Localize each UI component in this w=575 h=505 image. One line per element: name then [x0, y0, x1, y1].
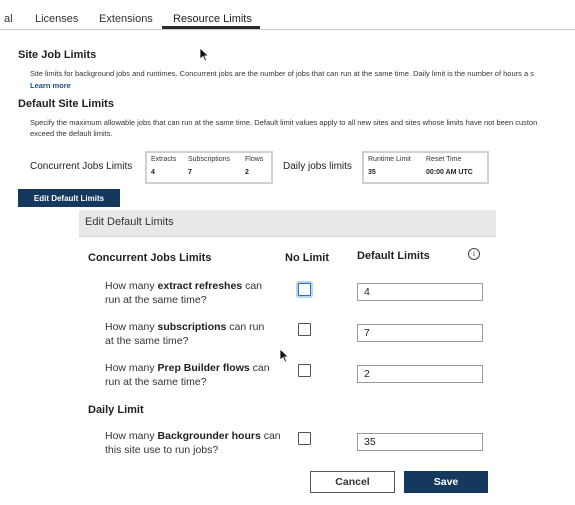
site-job-limits-title: Site Job Limits — [18, 49, 97, 61]
settings-panel: al Licenses Extensions Resource Limits S… — [0, 0, 575, 209]
cancel-button[interactable]: Cancel — [310, 471, 395, 493]
prep-builder-flows-input[interactable] — [357, 365, 483, 383]
extract-refreshes-question: How many extract refreshes can run at th… — [105, 280, 263, 306]
dialog-title: Edit Default Limits — [85, 216, 174, 228]
tab-general[interactable]: al — [4, 13, 13, 25]
concurrent-jobs-heading: Concurrent Jobs Limits — [88, 252, 212, 264]
tab-resource-limits[interactable]: Resource Limits — [173, 13, 252, 25]
default-limits-heading: Default Limits — [357, 250, 430, 262]
tab-extensions[interactable]: Extensions — [99, 13, 153, 25]
reset-time-value: 00:00 AM UTC — [426, 169, 473, 176]
daily-limit-heading: Daily Limit — [88, 404, 144, 416]
flows-value: 2 — [245, 169, 249, 176]
tab-licenses[interactable]: Licenses — [35, 13, 78, 25]
subscriptions-header: Subscriptions — [188, 156, 231, 163]
edit-default-limits-button[interactable]: Edit Default Limits — [18, 189, 120, 207]
runtime-limit-header: Runtime Limit — [368, 156, 411, 163]
mouse-cursor-icon — [199, 47, 210, 62]
prep-builder-flows-no-limit-checkbox[interactable] — [298, 364, 311, 377]
extracts-header: Extracts — [151, 156, 177, 163]
extract-refreshes-input[interactable] — [357, 283, 483, 301]
concurrent-jobs-limits-label: Concurrent Jobs Limits — [30, 161, 133, 172]
subscriptions-input[interactable] — [357, 324, 483, 342]
backgrounder-hours-input[interactable] — [357, 433, 483, 451]
prep-builder-flows-question: How many Prep Builder flows can run at t… — [105, 362, 270, 388]
site-job-limits-description: Site limits for background jobs and runt… — [30, 69, 534, 78]
no-limit-heading: No Limit — [285, 252, 329, 264]
default-site-limits-description: Specify the maximum allowable jobs that … — [30, 118, 538, 127]
dialog-header: Edit Default Limits — [79, 210, 496, 237]
default-site-limits-title: Default Site Limits — [18, 98, 114, 110]
subscriptions-no-limit-checkbox[interactable] — [298, 323, 311, 336]
info-icon[interactable]: i — [468, 248, 480, 260]
tab-bar: al Licenses Extensions Resource Limits — [0, 7, 575, 30]
extract-refreshes-no-limit-checkbox[interactable] — [298, 283, 311, 296]
subscriptions-question: How many subscriptions can run at the sa… — [105, 321, 265, 347]
subscriptions-value: 7 — [188, 169, 192, 176]
backgrounder-hours-question: How many Backgrounder hours can this sit… — [105, 430, 281, 456]
daily-jobs-limits-label: Daily jobs limits — [283, 161, 352, 172]
extracts-value: 4 — [151, 169, 155, 176]
concurrent-limits-summary: Extracts Subscriptions Flows 4 7 2 — [145, 151, 273, 184]
active-tab-indicator — [162, 26, 260, 29]
mouse-cursor-icon-dialog — [279, 348, 290, 363]
save-button[interactable]: Save — [404, 471, 488, 493]
flows-header: Flows — [245, 156, 264, 163]
edit-default-limits-dialog: Edit Default Limits Concurrent Jobs Limi… — [79, 210, 496, 505]
learn-more-link[interactable]: Learn more — [30, 81, 71, 90]
reset-time-header: Reset Time — [426, 156, 462, 163]
runtime-limit-value: 35 — [368, 169, 376, 176]
default-site-limits-description-2: exceed the default limits. — [30, 129, 113, 138]
backgrounder-hours-no-limit-checkbox[interactable] — [298, 432, 311, 445]
daily-limits-summary: Runtime Limit Reset Time 35 00:00 AM UTC — [362, 151, 489, 184]
